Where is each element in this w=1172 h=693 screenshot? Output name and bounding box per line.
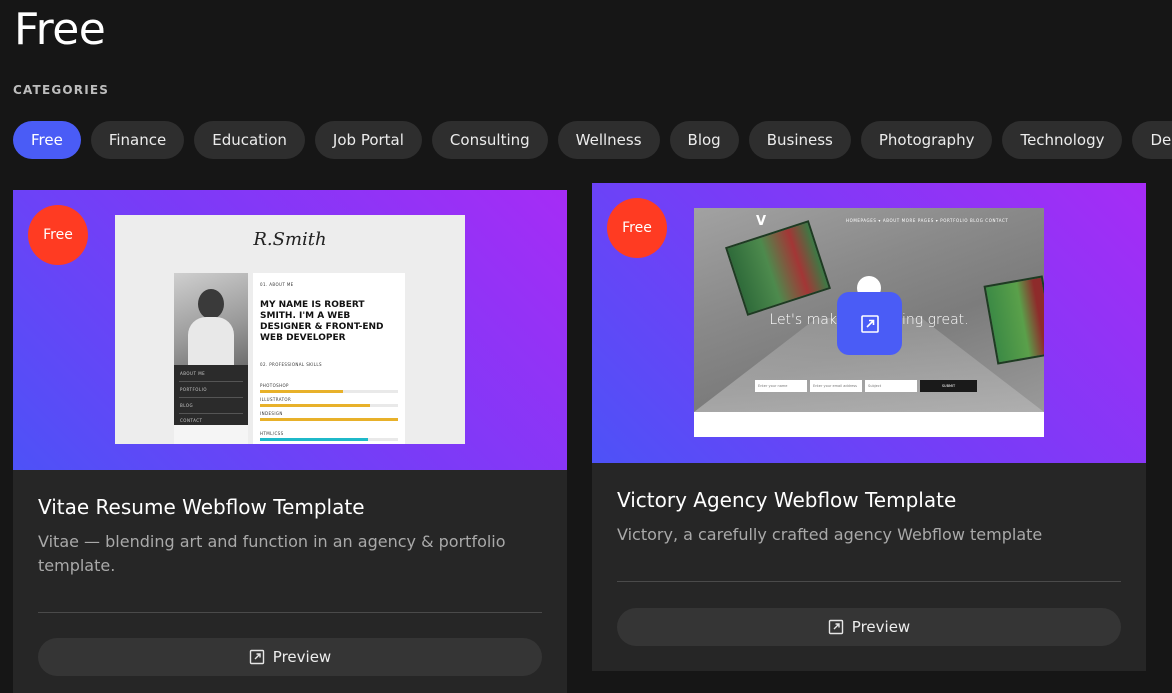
thumb-menu-item: PORTFOLIO — [180, 387, 207, 392]
thumb-skill-name: HTML/CSS — [260, 431, 284, 436]
chip-wellness[interactable]: Wellness — [557, 121, 660, 159]
preview-button[interactable]: Preview — [617, 608, 1121, 646]
thumb-field: Subject — [865, 380, 917, 392]
thumbnail-sidebar: ABOUT ME PORTFOLIO BLOG CONTACT — [174, 273, 248, 444]
preview-button[interactable]: Preview — [38, 638, 542, 676]
thumb-artwork — [725, 220, 831, 316]
card-title[interactable]: Victory Agency Webflow Template — [617, 488, 956, 512]
thumb-skill-name: ILLUSTRATOR — [260, 397, 292, 402]
card-hero[interactable]: R.Smith ABOUT ME PORTFOLIO BLOG CONTACT … — [13, 190, 567, 470]
thumb-menu-item: CONTACT — [180, 418, 203, 423]
thumb-skill-bar — [260, 438, 398, 441]
thumb-social-icons — [174, 425, 248, 444]
external-link-icon — [828, 619, 843, 635]
thumb-field: Enter your email address — [810, 380, 862, 392]
chip-design[interactable]: Design — [1132, 121, 1172, 159]
thumbnail-content: 01. ABOUT ME MY NAME IS ROBERT SMITH. I'… — [253, 273, 405, 444]
card-description: Victory, a carefully crafted agency Webf… — [617, 525, 1043, 544]
thumb-nav: HOMEPAGES ▾ ABOUT MORE PAGES ▾ PORTFOLIO… — [846, 218, 1009, 223]
card-title[interactable]: Vitae Resume Webflow Template — [38, 495, 365, 519]
external-link-icon — [860, 314, 879, 333]
thumb-skill-bar — [260, 404, 398, 407]
profile-photo — [174, 273, 248, 365]
thumb-skill-name: PHOTOSHOP — [260, 383, 289, 388]
chip-blog[interactable]: Blog — [669, 121, 739, 159]
thumb-logo: V — [756, 214, 767, 229]
thumb-skill-bar — [260, 418, 398, 421]
external-link-icon — [249, 649, 264, 665]
thumb-skill-name: INDESIGN — [260, 411, 283, 416]
template-card-vitae[interactable]: R.Smith ABOUT ME PORTFOLIO BLOG CONTACT … — [13, 190, 567, 693]
free-badge: Free — [607, 198, 667, 258]
template-card-victory[interactable]: V HOMEPAGES ▾ ABOUT MORE PAGES ▾ PORTFOL… — [592, 183, 1146, 671]
free-badge: Free — [28, 205, 88, 265]
chip-finance[interactable]: Finance — [90, 121, 185, 159]
chip-photography[interactable]: Photography — [860, 121, 993, 159]
thumb-field: Enter your name — [755, 380, 807, 392]
thumb-section-skills: 02. PROFESSIONAL SKILLS — [260, 362, 322, 367]
card-hero[interactable]: V HOMEPAGES ▾ ABOUT MORE PAGES ▾ PORTFOL… — [592, 183, 1146, 463]
card-divider — [617, 581, 1121, 582]
chip-technology[interactable]: Technology — [1002, 121, 1123, 159]
open-preview-overlay-button[interactable] — [837, 292, 902, 355]
thumb-headline: MY NAME IS ROBERT SMITH. I'M A WEB DESIG… — [260, 300, 384, 343]
thumb-menu-item: ABOUT ME — [180, 371, 206, 376]
chip-free[interactable]: Free — [13, 121, 81, 159]
thumb-submit: SUBMIT — [920, 380, 977, 392]
category-chips: Free Finance Education Job Portal Consul… — [13, 121, 1172, 159]
card-description: Vitae — blending art and function in an … — [38, 532, 506, 575]
card-divider — [38, 612, 542, 613]
chip-business[interactable]: Business — [748, 121, 851, 159]
thumbnail-signature: R.Smith — [253, 229, 327, 250]
template-thumbnail: R.Smith ABOUT ME PORTFOLIO BLOG CONTACT … — [115, 215, 465, 444]
preview-label: Preview — [272, 648, 332, 666]
thumb-skill-bar — [260, 390, 398, 393]
thumb-section-about: 01. ABOUT ME — [260, 282, 294, 287]
chip-education[interactable]: Education — [194, 121, 305, 159]
thumb-menu-item: BLOG — [180, 403, 194, 408]
page-title: Free — [14, 4, 106, 55]
categories-label: CATEGORIES — [13, 83, 110, 97]
chip-job-portal[interactable]: Job Portal — [314, 121, 422, 159]
preview-label: Preview — [851, 618, 911, 636]
chip-consulting[interactable]: Consulting — [431, 121, 548, 159]
